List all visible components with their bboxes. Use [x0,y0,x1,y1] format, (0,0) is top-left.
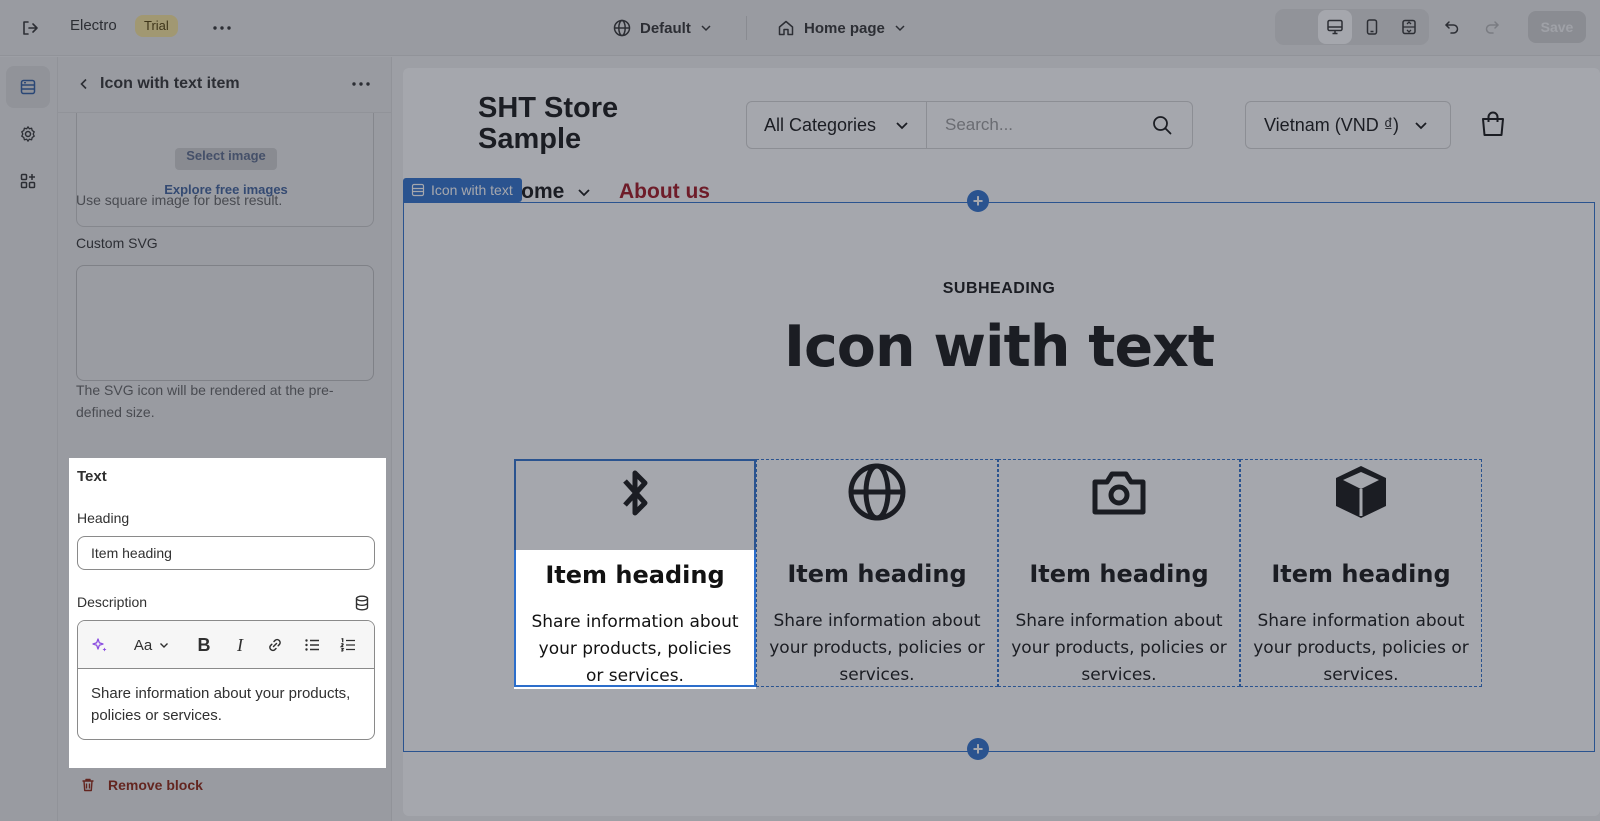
heading-label: Heading [77,510,130,526]
divider [746,16,747,40]
expand-icon [1402,19,1416,35]
description-text[interactable]: Share information about your products, p… [78,669,374,739]
bullet-list-icon[interactable] [300,633,324,657]
redo-button[interactable] [1475,10,1509,44]
page-selector[interactable]: Home page [776,13,907,43]
chevron-down-icon [895,25,905,32]
chevron-down-icon [896,122,908,130]
font-style-label: Aa [133,636,153,654]
page-name: Home page [804,19,885,37]
desktop-view-button[interactable] [1318,10,1352,44]
select-image-button[interactable]: Select image [175,148,277,170]
italic-icon[interactable]: I [228,633,252,657]
top-bar: Electro Trial Default Home page Save [0,0,1600,56]
more-icon[interactable] [208,14,236,42]
left-rail [0,57,58,821]
numbered-list-icon[interactable] [336,633,360,657]
country-label: Vietnam (VND ₫) [1264,114,1399,135]
add-section-below-button[interactable]: + [967,738,989,760]
save-button[interactable]: Save [1528,11,1586,43]
custom-svg-input[interactable] [76,265,374,381]
exit-icon[interactable] [16,14,44,42]
nav-about-us[interactable]: About us [619,180,710,204]
bold-icon[interactable]: B [192,633,216,657]
description-editor: Aa B I Share information about your prod… [77,620,375,740]
section-tag-label: Icon with text [431,182,513,198]
home-icon [778,20,794,36]
undo-icon [1444,21,1459,34]
store-logo[interactable]: SHT Store Sample [478,93,678,155]
text-settings-card: Text Heading Item heading Description Aa… [69,458,386,768]
image-hint: Use square image for best result. [76,192,283,208]
mobile-icon [1366,19,1378,35]
more-options-button[interactable] [348,71,374,97]
gear-icon [21,126,35,142]
chevron-down-icon [160,643,169,648]
font-style-dropdown[interactable]: Aa [128,633,176,657]
search-bar: All Categories Search... [746,101,1193,149]
store-preview: SHT Store Sample All Categories Search..… [403,68,1600,816]
cart-icon[interactable] [1480,110,1506,143]
trial-badge: Trial [135,15,178,37]
link-icon[interactable] [263,633,287,657]
chevron-down-icon [578,189,590,197]
ai-sparkle-icon[interactable] [88,633,112,657]
section-tag[interactable]: Icon with text [403,178,522,202]
sections-icon [20,79,36,95]
search-input[interactable]: Search... [945,115,1013,135]
theme-name: Default [640,19,691,37]
rte-toolbar: Aa B I [78,621,374,669]
settings-panel: Icon with text item Select image Explore… [58,57,392,821]
apps-button[interactable] [6,160,50,202]
panel-header: Icon with text item [58,57,391,113]
svg-hint: The SVG icon will be rendered at the pre… [76,382,334,420]
theme-settings-button[interactable] [6,113,50,155]
heading-input[interactable]: Item heading [77,536,375,570]
trash-icon [82,778,94,792]
section-outline [403,202,1595,752]
globe-icon [613,19,631,37]
chevron-down-icon [701,25,711,32]
redo-icon [1485,21,1500,34]
app-name: Electro [70,17,117,34]
country-selector[interactable]: Vietnam (VND ₫) [1245,101,1451,149]
mobile-view-button[interactable] [1355,10,1389,44]
category-label: All Categories [764,114,877,135]
chevron-left-icon [80,78,87,90]
back-button[interactable] [72,72,96,96]
custom-svg-label: Custom SVG [76,235,158,251]
text-section-title: Text [77,468,107,485]
category-select[interactable]: All Categories [747,102,927,148]
chevron-down-icon [1415,122,1427,130]
remove-block-button[interactable]: Remove block [80,773,203,797]
description-label: Description [77,594,148,610]
fullwidth-view-button[interactable] [1392,10,1426,44]
undo-button[interactable] [1435,10,1469,44]
more-icon [352,82,370,86]
section-icon [411,183,425,197]
dynamic-source-icon[interactable] [353,594,371,612]
add-section-above-button[interactable]: + [967,190,989,212]
sections-button[interactable] [6,66,50,108]
apps-icon [20,173,36,189]
remove-block-label: Remove block [108,777,203,793]
theme-selector[interactable]: Default [612,13,713,43]
panel-title: Icon with text item [100,75,240,92]
desktop-icon [1327,19,1343,35]
search-icon[interactable] [1151,114,1173,141]
